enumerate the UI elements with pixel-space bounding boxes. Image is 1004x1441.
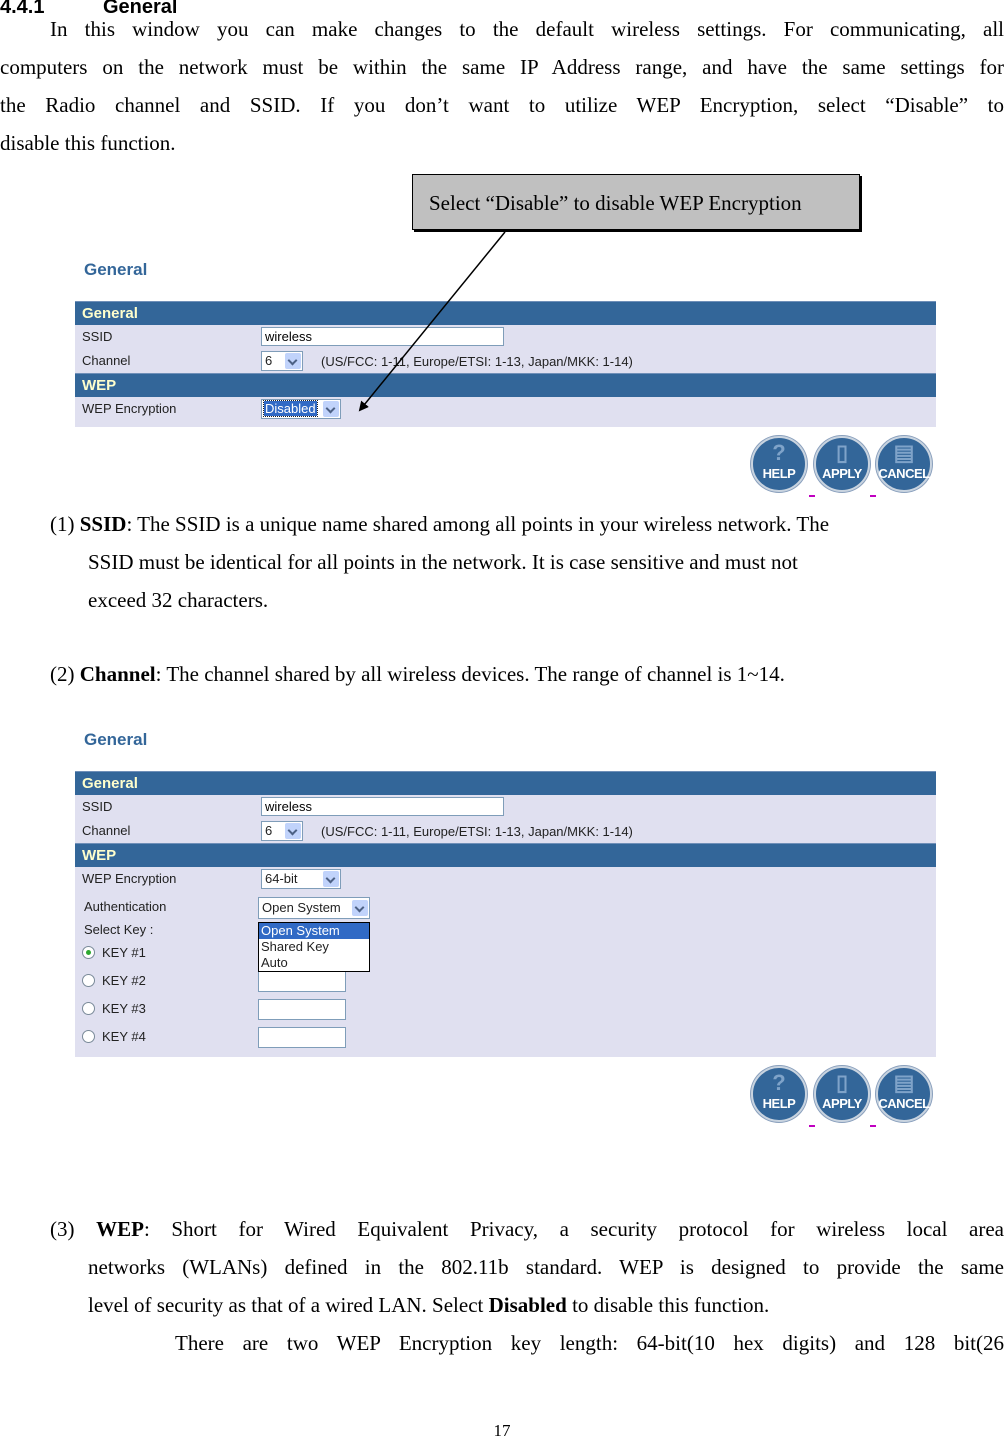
channel-description: (2) Channel: The channel shared by all w… [50,662,785,686]
wep-encryption-label: WEP Encryption [82,871,177,886]
dropdown-option-open-system[interactable]: Open System [259,923,369,939]
callout-box: Select “Disable” to disable WEP Encrypti… [412,174,860,230]
ssid-input[interactable] [261,327,504,346]
page-number: 17 [493,1421,511,1440]
intro-line: disable this function. [0,131,176,155]
key1-radio[interactable] [82,946,95,959]
dropdown-option-auto[interactable]: Auto [259,955,369,971]
ssid-label: SSID [82,799,113,814]
item-term: SSID [79,512,127,536]
item-term: Channel [79,662,156,686]
cancel-button[interactable]: ▤ CANCEL [876,436,932,492]
key-row: KEY #1 [75,941,936,969]
apply-button[interactable]: ▯ APPLY [814,1066,870,1122]
channel-value: 6 [265,353,273,368]
ssid-description: (1) SSID: The SSID is a unique name shar… [50,512,830,612]
key3-radio[interactable] [82,1002,95,1015]
channel-label: Channel [82,823,131,838]
apply-button[interactable]: ▯ APPLY [814,436,870,492]
cancel-button[interactable]: ▤ CANCEL [876,1066,932,1122]
key-row: KEY #3 [75,997,936,1025]
screenshot1-page-title: General [84,260,148,279]
wep-encryption-value: 64-bit [265,871,298,886]
intro-line: In this window you can make changes to t… [50,17,1004,41]
intro-paragraph: In this window you can make changes to t… [0,10,1004,162]
key-row: KEY #4 [75,1025,936,1053]
item-number: (2) [50,662,75,686]
help-button[interactable]: ? HELP [751,1066,807,1122]
link-underline-mark [809,495,815,497]
ssid-input[interactable] [261,797,504,816]
dropdown-option-shared-key[interactable]: Shared Key [259,939,369,955]
wep-encryption-select[interactable]: Disabled [261,399,341,419]
question-icon: ? [772,1070,786,1095]
wep-section-header: WEP [75,843,936,867]
link-underline-mark [870,1125,876,1127]
general-section-header: General [75,301,936,325]
chevron-down-icon[interactable] [285,353,301,369]
item-term: WEP [96,1217,144,1241]
key-label: KEY #4 [102,1029,146,1044]
mouse-icon: ▯ [835,440,849,465]
ssid-row: SSID [75,325,936,349]
key-row: KEY #2 [75,969,936,997]
mouse-icon: ▯ [835,1070,849,1095]
key2-radio[interactable] [82,974,95,987]
general-section-header: General [75,771,936,795]
key3-input[interactable] [258,999,346,1020]
item-number: (1) [50,512,75,536]
channel-label: Channel [82,353,131,368]
channel-hint: (US/FCC: 1-11, Europe/ETSI: 1-13, Japan/… [321,354,633,369]
question-icon: ? [772,440,786,465]
link-underline-mark [870,495,876,497]
authentication-dropdown-list: Open System Shared Key Auto [258,922,370,972]
channel-value: 6 [265,823,273,838]
select-key-row: Select Key : [75,919,936,941]
chevron-down-icon[interactable] [352,900,368,916]
screenshot1-form-panel: General SSID Channel 6 (US/FCC: 1-11, Eu… [75,301,936,427]
wep-encryption-value: Disabled [263,400,318,417]
wep-encryption-row: WEP Encryption Disabled [75,397,936,421]
key2-input[interactable] [258,971,346,992]
wep-encryption-label: WEP Encryption [82,401,177,416]
chevron-down-icon[interactable] [285,823,301,839]
wep-encryption-row: WEP Encryption 64-bit [75,867,936,891]
key4-radio[interactable] [82,1030,95,1043]
key4-input[interactable] [258,1027,346,1048]
authentication-select[interactable]: Open System [258,897,370,919]
authentication-label: Authentication [84,899,167,914]
channel-select[interactable]: 6 [261,821,303,841]
disabled-term: Disabled [488,1293,567,1317]
screenshot1-button-bar: ? HELP ▯ APPLY ▤ CANCEL [750,436,940,497]
item-number: (3) [50,1217,75,1241]
help-button[interactable]: ? HELP [751,436,807,492]
wep-description: (3) WEP: Short for Wired Equivalent Priv… [50,1217,1004,1355]
screenshot2-button-bar: ? HELP ▯ APPLY ▤ CANCEL [750,1066,940,1127]
chevron-down-icon[interactable] [323,871,339,887]
wep-section-header: WEP [75,373,936,397]
trash-can-icon: ▤ [893,1070,915,1095]
chevron-down-icon[interactable] [323,401,339,417]
link-underline-mark [809,1125,815,1127]
channel-hint: (US/FCC: 1-11, Europe/ETSI: 1-13, Japan/… [321,824,633,839]
ssid-row: SSID [75,795,936,819]
intro-line: the Radio channel and SSID. If you don’t… [0,93,1004,117]
channel-row: Channel 6 (US/FCC: 1-11, Europe/ETSI: 1-… [75,349,936,373]
key-label: KEY #1 [102,945,146,960]
channel-row: Channel 6 (US/FCC: 1-11, Europe/ETSI: 1-… [75,819,936,843]
authentication-row: Authentication Open System [75,895,936,919]
intro-line: computers on the network must be within … [0,55,1004,79]
channel-select[interactable]: 6 [261,351,303,371]
ssid-label: SSID [82,329,113,344]
screenshot2-form-panel: General SSID Channel 6 (US/FCC: 1-11, Eu… [75,771,936,1057]
trash-can-icon: ▤ [893,440,915,465]
authentication-value: Open System [262,900,341,915]
wep-encryption-select[interactable]: 64-bit [261,869,341,889]
screenshot2-page-title: General [84,730,148,749]
select-key-label: Select Key : [84,922,154,937]
key-label: KEY #3 [102,1001,146,1016]
key-label: KEY #2 [102,973,146,988]
